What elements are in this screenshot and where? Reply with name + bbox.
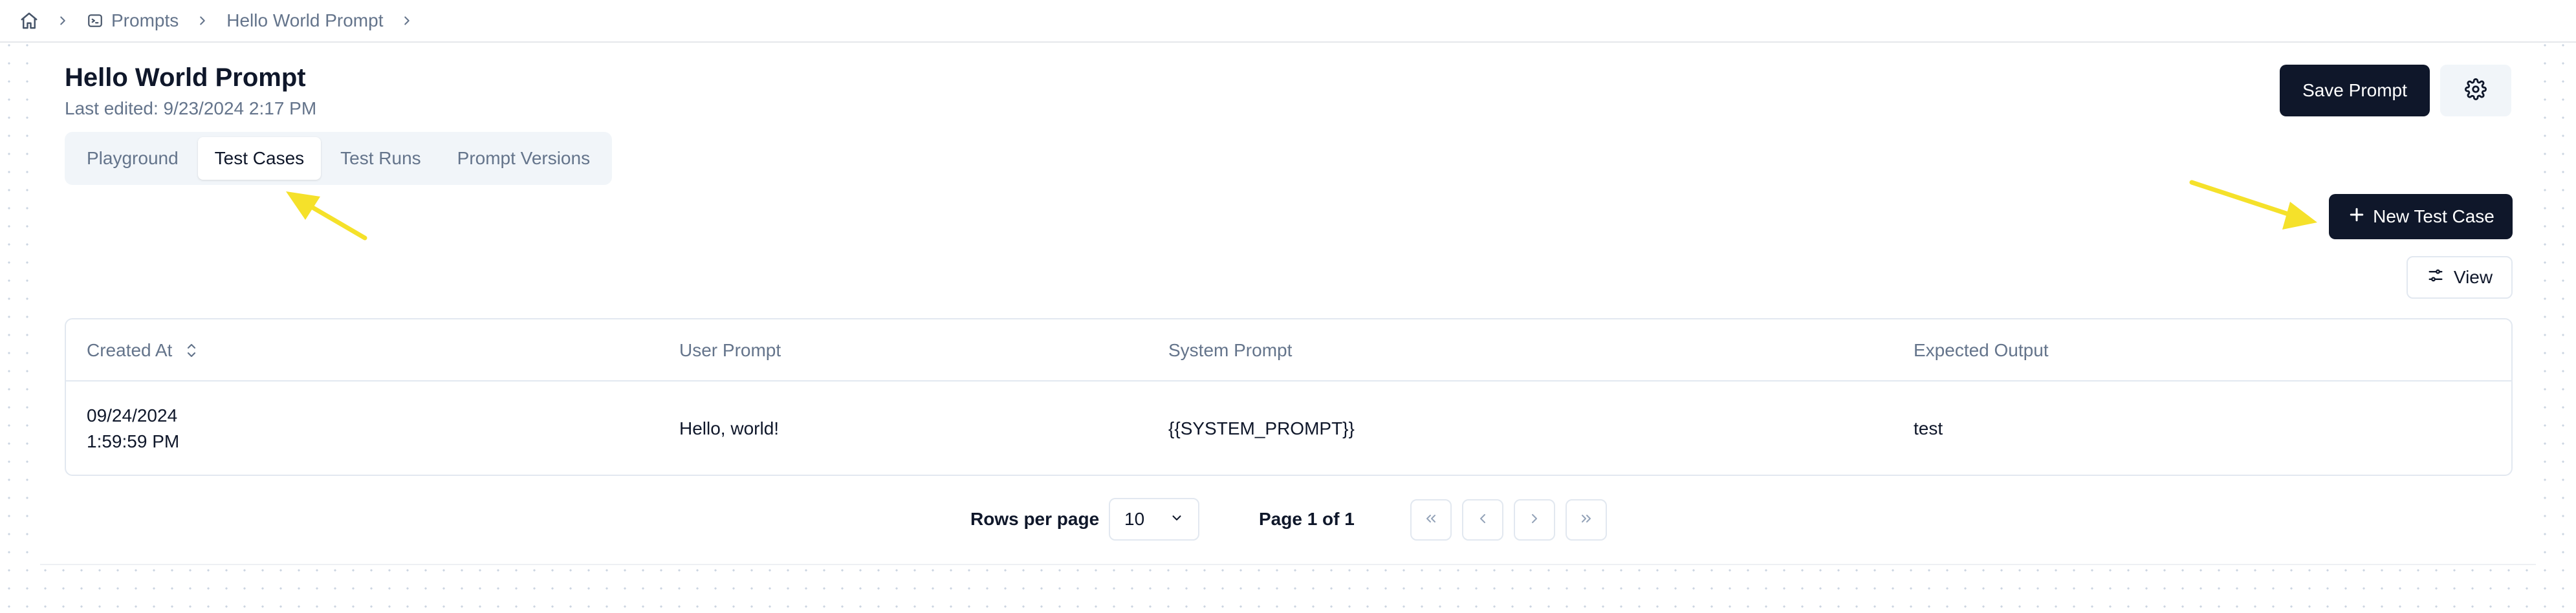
cell-user-prompt: Hello, world!: [679, 418, 780, 438]
page-title: Hello World Prompt: [65, 63, 306, 92]
new-test-case-button[interactable]: New Test Case: [2329, 194, 2513, 239]
chevron-down-icon: [1170, 509, 1184, 530]
column-header-system-prompt: System Prompt: [1168, 340, 1293, 360]
rows-per-page-value: 10: [1124, 509, 1145, 529]
chevron-right-icon: [56, 14, 70, 28]
main-panel: Hello World Prompt Last edited: 9/23/202…: [40, 44, 2536, 565]
last-page-button[interactable]: [1566, 499, 1607, 541]
column-header-created-at[interactable]: Created At: [87, 319, 198, 382]
sliders-icon: [2427, 266, 2445, 289]
cell-created-at: 09/24/2024 1:59:59 PM: [87, 382, 180, 475]
created-time: 1:59:59 PM: [87, 431, 180, 451]
chevron-right-icon: [1527, 511, 1542, 530]
view-options-button[interactable]: View: [2407, 256, 2513, 299]
chevrons-right-icon: [1578, 511, 1594, 530]
first-page-button[interactable]: [1410, 499, 1452, 541]
breadcrumb-item-current[interactable]: Hello World Prompt: [226, 10, 383, 31]
breadcrumb-item-prompts[interactable]: Prompts: [87, 10, 179, 31]
gear-icon: [2465, 78, 2487, 103]
test-cases-table: Created At User Prompt System Prompt Exp…: [65, 318, 2513, 476]
new-test-case-label: New Test Case: [2373, 206, 2494, 226]
column-header-expected-output: Expected Output: [1914, 340, 2049, 360]
settings-button[interactable]: [2440, 65, 2511, 116]
tab-playground[interactable]: Playground: [70, 137, 195, 180]
page-indicator: Page 1 of 1: [1259, 509, 1355, 529]
save-prompt-button[interactable]: Save Prompt: [2280, 65, 2430, 116]
column-header-user-prompt: User Prompt: [679, 340, 781, 360]
breadcrumb: Prompts Hello World Prompt: [0, 0, 2576, 43]
chevron-right-icon: [195, 14, 210, 28]
tab-test-cases[interactable]: Test Cases: [197, 137, 322, 180]
rows-per-page-label: Rows per page: [970, 509, 1100, 529]
tab-prompt-versions[interactable]: Prompt Versions: [441, 137, 607, 180]
chevron-left-icon: [1475, 511, 1490, 530]
column-header-label: Created At: [87, 340, 173, 360]
page: Prompts Hello World Prompt Hello World P…: [0, 0, 2576, 613]
view-label: View: [2453, 267, 2493, 287]
next-page-button[interactable]: [1514, 499, 1555, 541]
last-edited-text: Last edited: 9/23/2024 2:17 PM: [65, 98, 317, 118]
sort-icon[interactable]: [185, 341, 198, 360]
previous-page-button[interactable]: [1462, 499, 1503, 541]
tab-list: Playground Test Cases Test Runs Prompt V…: [65, 132, 613, 185]
chevrons-left-icon: [1423, 511, 1439, 530]
cell-expected-output: test: [1914, 418, 1943, 438]
terminal-icon: [87, 12, 104, 29]
table-header: Created At User Prompt System Prompt Exp…: [66, 319, 2511, 382]
cell-system-prompt: {{SYSTEM_PROMPT}}: [1168, 418, 1355, 438]
home-icon[interactable]: [19, 11, 39, 30]
rows-per-page-select[interactable]: 10: [1109, 498, 1199, 541]
created-date: 09/24/2024: [87, 405, 178, 425]
table-row[interactable]: 09/24/2024 1:59:59 PM Hello, world! {{SY…: [66, 382, 2511, 475]
breadcrumb-label: Prompts: [111, 10, 179, 30]
plus-icon: [2347, 205, 2366, 229]
tab-test-runs[interactable]: Test Runs: [323, 137, 438, 180]
chevron-right-icon: [400, 14, 414, 28]
